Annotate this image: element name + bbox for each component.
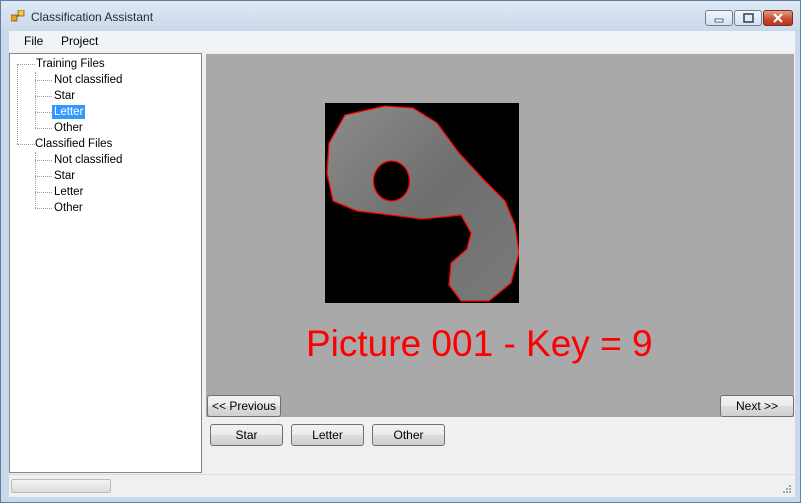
restore-icon xyxy=(743,13,754,23)
tree-line xyxy=(35,176,52,177)
tree-node-classified-other[interactable]: Other xyxy=(52,201,85,215)
tree-node-training-star[interactable]: Star xyxy=(52,89,77,103)
status-bar xyxy=(9,474,795,497)
client-area: Training Files Not classified Star Lette… xyxy=(9,51,795,474)
tree-line xyxy=(17,64,18,144)
window-title: Classification Assistant xyxy=(31,10,154,24)
tree-line xyxy=(35,112,52,113)
file-tree[interactable]: Training Files Not classified Star Lette… xyxy=(9,53,202,473)
tree-line xyxy=(35,80,52,81)
maximize-button[interactable] xyxy=(734,10,762,26)
tree-node-training-files[interactable]: Training Files xyxy=(34,57,107,71)
title-bar[interactable]: Classification Assistant xyxy=(1,1,800,31)
tree-node-training-letter[interactable]: Letter xyxy=(52,105,86,119)
menu-project[interactable]: Project xyxy=(61,34,98,48)
picture-caption: Picture 001 - Key = 9 xyxy=(306,323,653,364)
tree-line xyxy=(35,160,52,161)
tree-node-classified-files[interactable]: Classified Files xyxy=(33,137,114,151)
tree-line xyxy=(17,64,35,65)
minimize-button[interactable] xyxy=(705,10,733,26)
tree-node-classified-not-classified[interactable]: Not classified xyxy=(52,153,124,167)
tree-line xyxy=(35,208,52,209)
classify-star-button[interactable]: Star xyxy=(210,424,283,446)
tree-node-classified-star[interactable]: Star xyxy=(52,169,77,183)
image-viewer: Picture 001 - Key = 9 xyxy=(206,54,794,417)
digit-picture xyxy=(325,103,519,303)
menu-file[interactable]: File xyxy=(24,34,43,48)
previous-button[interactable]: << Previous xyxy=(207,395,281,417)
tree-line xyxy=(35,128,52,129)
resize-grip-icon[interactable] xyxy=(781,483,791,493)
next-button[interactable]: Next >> xyxy=(720,395,794,417)
digit-nine-image xyxy=(326,105,519,302)
classify-letter-button[interactable]: Letter xyxy=(291,424,364,446)
menu-bar: File Project xyxy=(9,31,795,51)
classify-other-button[interactable]: Other xyxy=(372,424,445,446)
main-window: Classification Assistant File Project Tr… xyxy=(0,0,801,503)
progress-bar xyxy=(11,479,111,493)
tree-node-training-not-classified[interactable]: Not classified xyxy=(52,73,124,87)
tree-line xyxy=(35,96,52,97)
tree-node-classified-letter[interactable]: Letter xyxy=(52,185,85,199)
tree-line xyxy=(35,192,52,193)
close-button[interactable] xyxy=(763,10,793,26)
app-icon xyxy=(11,10,25,22)
minimize-icon xyxy=(714,18,724,23)
close-icon xyxy=(773,13,783,23)
tree-node-training-other[interactable]: Other xyxy=(52,121,85,135)
